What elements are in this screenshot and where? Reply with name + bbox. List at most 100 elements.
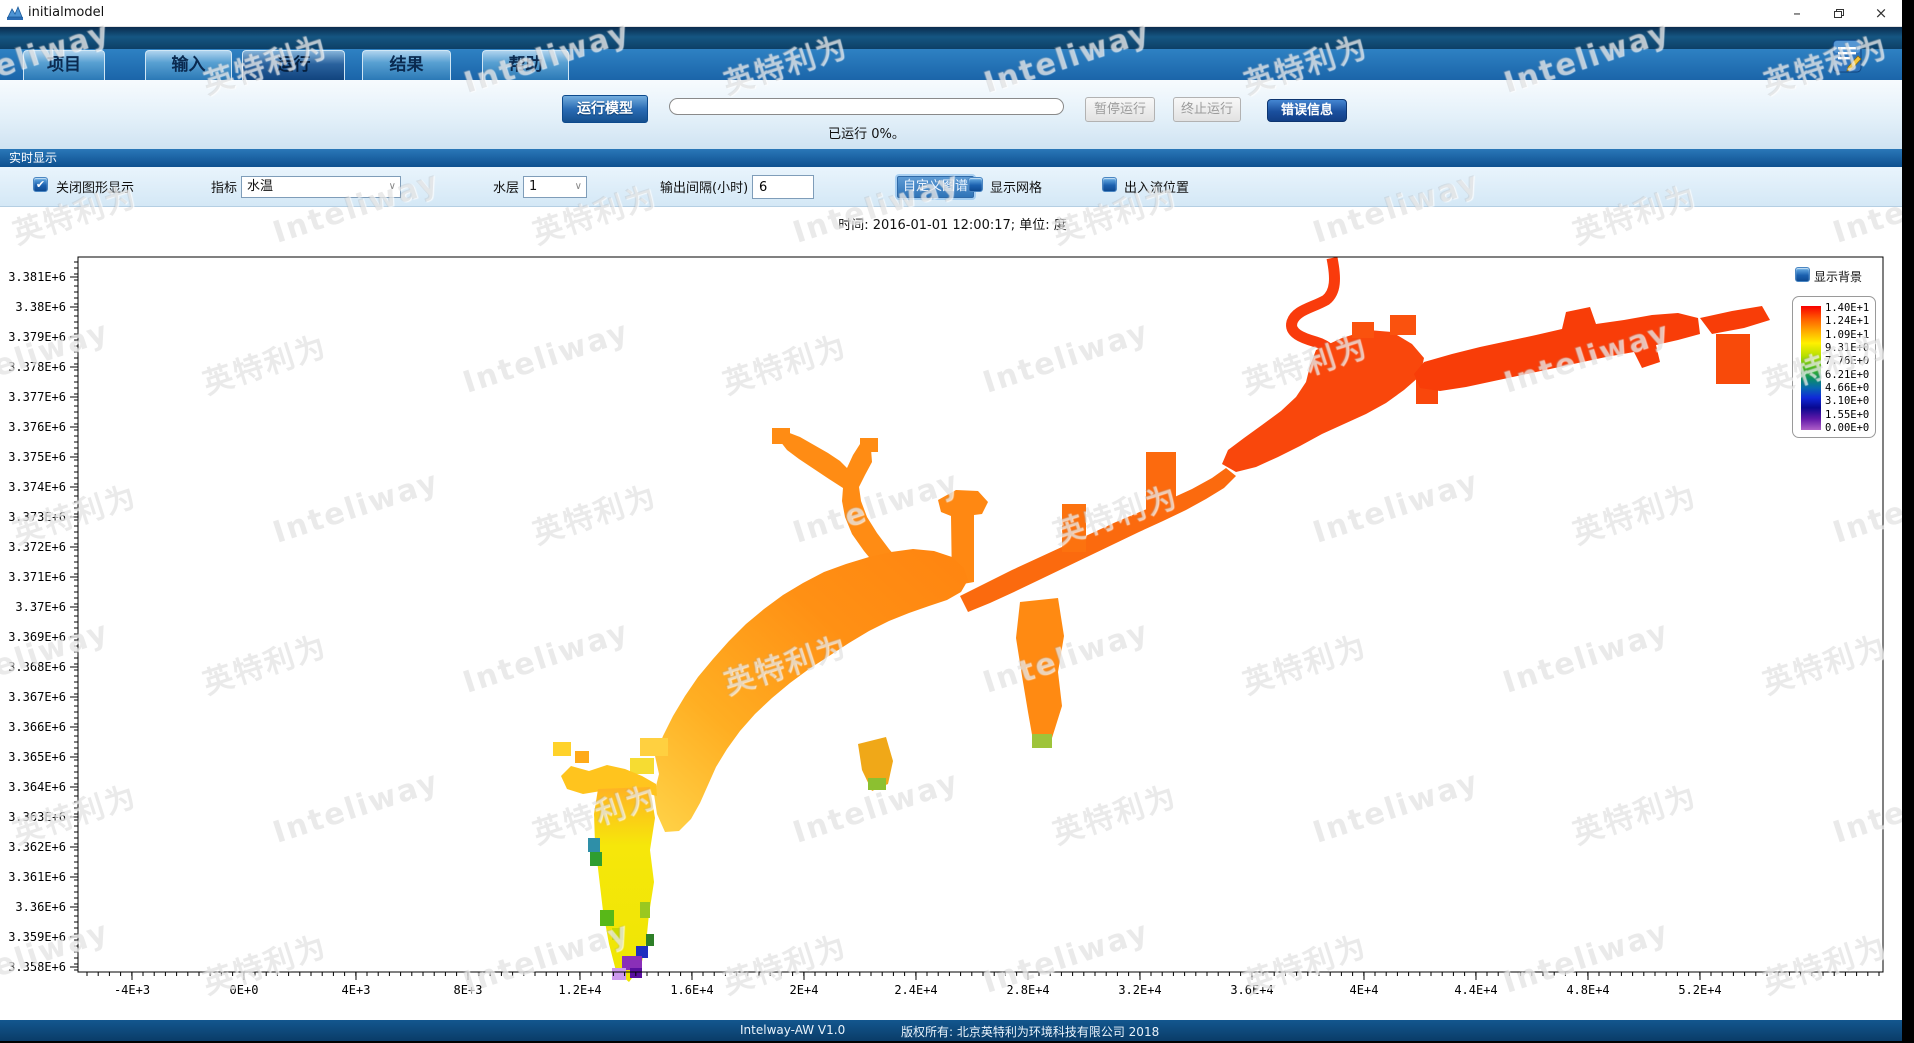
y-tick-label: 3.364E+6 — [8, 780, 66, 794]
y-tick-label: 3.363E+6 — [8, 810, 66, 824]
chevron-down-icon: ∨ — [389, 177, 396, 197]
y-tick-label: 3.376E+6 — [8, 420, 66, 434]
y-tick-label: 3.361E+6 — [8, 870, 66, 884]
legend-value: 4.66E+0 — [1825, 382, 1875, 394]
x-tick-label: 2.8E+4 — [1006, 983, 1049, 997]
stop-run-button[interactable]: 终止运行 — [1173, 97, 1241, 122]
layer-select[interactable]: 1 ∨ — [523, 176, 587, 198]
restore-button[interactable] — [1822, 2, 1856, 24]
map-region-right-band-nub-down — [1716, 334, 1750, 384]
x-tick-label: 1.2E+4 — [558, 983, 601, 997]
color-scale-values: 1.40E+11.24E+11.09E+19.31E+07.76E+06.21E… — [1825, 302, 1875, 434]
close-graph-checkbox[interactable]: ✔ — [33, 177, 48, 192]
controls-row: ✔ 关闭图形显示 指标 水温 ∨ 水层 1 ∨ 输出间隔(小时) 自定义图谱 显… — [0, 167, 1902, 207]
indicator-select[interactable]: 水温 ∨ — [241, 176, 401, 198]
error-info-button[interactable]: 错误信息 — [1267, 99, 1347, 122]
y-tick-label: 3.366E+6 — [8, 720, 66, 734]
map-region-lake-west-nub-b — [630, 758, 654, 774]
x-tick-label: 2E+4 — [790, 983, 819, 997]
close-graph-label: 关闭图形显示 — [56, 177, 134, 196]
layer-value: 1 — [529, 179, 537, 194]
y-tick-label: 3.377E+6 — [8, 390, 66, 404]
indicator-value: 水温 — [247, 179, 273, 194]
map-region-channel — [960, 468, 1236, 612]
y-tick-label: 3.359E+6 — [8, 930, 66, 944]
plot-frame — [78, 257, 1883, 972]
map-region-lake-south-tail-green-tip — [868, 778, 886, 790]
x-tick-label: -4E+3 — [114, 983, 150, 997]
y-tick-label: 3.36E+6 — [15, 900, 66, 914]
legend-value: 7.76E+0 — [1825, 355, 1875, 367]
run-toolbar: 运行模型 已运行 0%。 暂停运行 终止运行 错误信息 — [0, 80, 1902, 149]
tab-1[interactable]: 输入 — [145, 50, 232, 80]
close-button[interactable]: × — [1864, 2, 1898, 24]
y-tick-label: 3.368E+6 — [8, 660, 66, 674]
map-region-main-lake — [654, 549, 968, 832]
x-tick-label: 4.4E+4 — [1454, 983, 1497, 997]
interval-input[interactable] — [752, 175, 814, 199]
map-region-right-mid-blob — [1222, 330, 1424, 472]
progress-status-text: 已运行 0%。 — [669, 123, 1064, 142]
pause-run-button[interactable]: 暂停运行 — [1085, 97, 1155, 122]
y-tick-label: 3.381E+6 — [8, 270, 66, 284]
realtime-section-header: 实时显示 — [0, 149, 1902, 167]
show-background-checkbox[interactable] — [1795, 267, 1810, 282]
interval-label: 输出间隔(小时) — [660, 177, 748, 196]
x-tick-label: 3.6E+4 — [1230, 983, 1273, 997]
window-title: initialmodel — [28, 5, 104, 20]
map-region-right-band-tip — [1700, 306, 1770, 334]
y-tick-label: 3.374E+6 — [8, 480, 66, 494]
run-model-button[interactable]: 运行模型 — [562, 95, 648, 123]
report-log-icon[interactable] — [1832, 39, 1862, 73]
show-background-label: 显示背景 — [1814, 268, 1862, 285]
x-tick-label: 4.8E+4 — [1566, 983, 1609, 997]
legend-value: 3.10E+0 — [1825, 395, 1875, 407]
map-region-strip-speck-purple — [622, 956, 642, 970]
map-region-strip-speck-green-b — [600, 910, 614, 926]
copyright-text: 版权所有: 北京英特利为环境科技有限公司 2018 — [901, 1023, 1159, 1040]
model-map-plot: -4E+30E+04E+38E+31.2E+41.6E+42E+42.4E+42… — [0, 207, 1902, 1020]
map-region-right-mid-blob-block-b — [1352, 322, 1374, 338]
app-window: initialmodel – × 项目输入运行结果帮助 环评/预警 运行模型 已… — [0, 0, 1902, 1041]
x-tick-label: 1.6E+4 — [670, 983, 713, 997]
y-tick-label: 3.362E+6 — [8, 840, 66, 854]
y-tick-label: 3.38E+6 — [15, 300, 66, 314]
title-bar: initialmodel – × — [0, 0, 1902, 27]
map-region-strip-speck-darkgreen — [646, 934, 654, 946]
flow-position-checkbox[interactable] — [1102, 177, 1117, 192]
color-scale-strip — [1801, 306, 1821, 430]
tab-4[interactable]: 帮助 — [482, 50, 569, 80]
show-grid-label: 显示网格 — [990, 177, 1042, 196]
map-region-channel-stub-a — [1146, 452, 1176, 514]
plot-panel: 时间: 2016-01-01 12:00:17; 单位: 度 -4E+30E+0… — [0, 207, 1902, 1020]
y-tick-label: 3.378E+6 — [8, 360, 66, 374]
x-tick-label: 4E+3 — [342, 983, 371, 997]
tab-bar: 项目输入运行结果帮助 环评/预警 — [0, 49, 1902, 80]
legend-value: 1.40E+1 — [1825, 302, 1875, 314]
x-tick-label: 2.4E+4 — [894, 983, 937, 997]
map-region-strip-speck-olive — [612, 928, 624, 940]
x-tick-label: 0E+0 — [230, 983, 259, 997]
y-tick-label: 3.369E+6 — [8, 630, 66, 644]
custom-legend-button[interactable]: 自定义图谱 — [897, 176, 974, 198]
y-tick-label: 3.373E+6 — [8, 510, 66, 524]
indicator-label: 指标 — [211, 177, 237, 196]
chevron-down-icon: ∨ — [575, 177, 582, 197]
minimize-button[interactable]: – — [1780, 2, 1814, 24]
show-grid-checkbox[interactable] — [968, 177, 983, 192]
status-bar: Intelway-AW V1.0 版权所有: 北京英特利为环境科技有限公司 20… — [0, 1020, 1902, 1041]
tab-2[interactable]: 运行 — [242, 50, 345, 80]
app-version: Intelway-AW V1.0 — [740, 1023, 845, 1037]
y-tick-label: 3.367E+6 — [8, 690, 66, 704]
restore-icon — [1834, 9, 1844, 18]
y-tick-label: 3.375E+6 — [8, 450, 66, 464]
tab-0[interactable]: 项目 — [23, 50, 105, 80]
legend-value: 1.55E+0 — [1825, 409, 1875, 421]
y-tick-label: 3.358E+6 — [8, 960, 66, 974]
progress-bar — [669, 98, 1064, 115]
map-region-fork-tip-right — [860, 438, 878, 452]
legend-value: 9.31E+0 — [1825, 342, 1875, 354]
x-tick-label: 4E+4 — [1350, 983, 1379, 997]
map-region-strip-speck-lavender — [612, 968, 626, 980]
tab-3[interactable]: 结果 — [362, 50, 451, 80]
